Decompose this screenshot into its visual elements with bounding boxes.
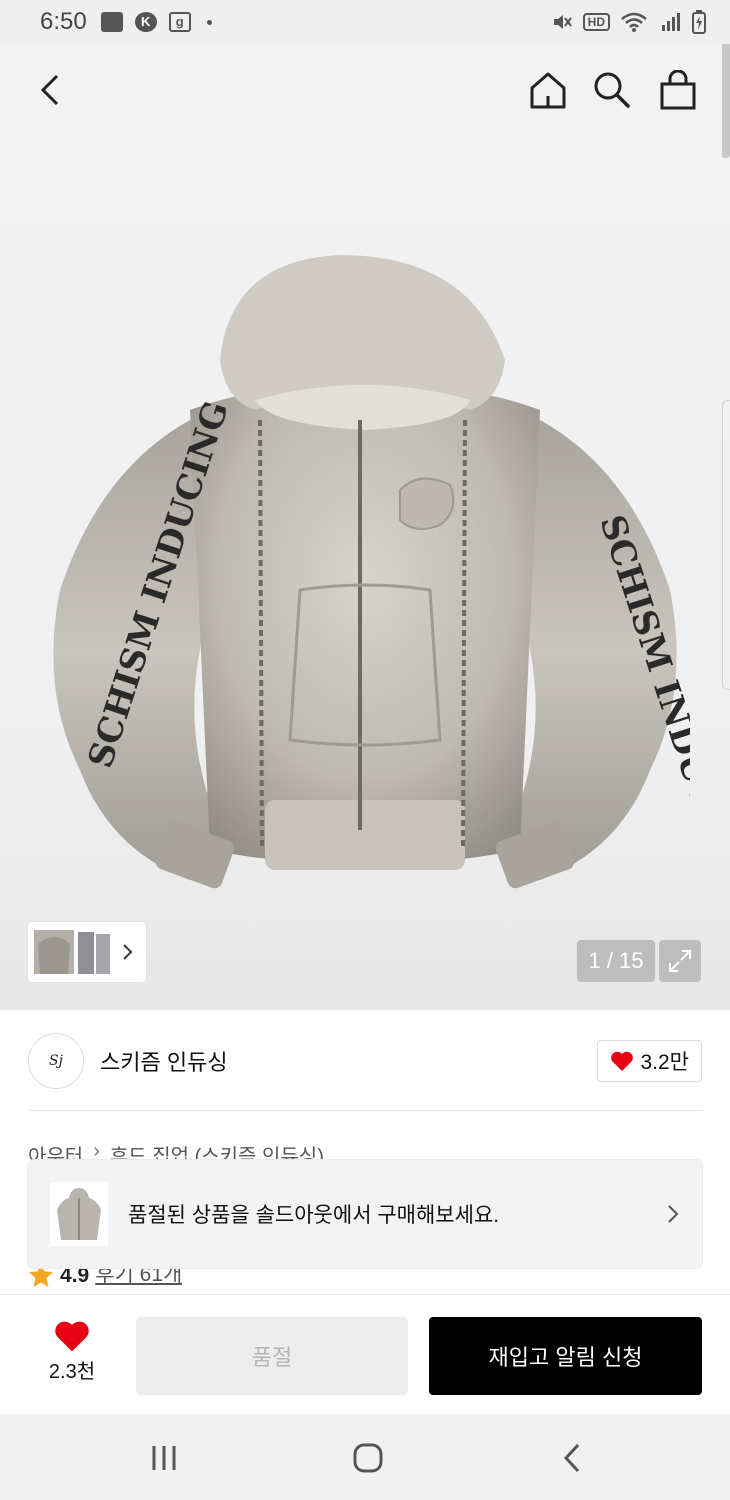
brand-like-count: 3.2만 <box>640 1051 689 1074</box>
expand-icon <box>669 950 691 972</box>
brand-logo[interactable]: Sj <box>28 1033 84 1089</box>
image-counter: 1 / 15 <box>577 940 655 982</box>
heart-icon <box>55 1321 89 1352</box>
mute-icon <box>553 15 572 29</box>
g-app-icon: g <box>168 12 191 32</box>
status-time: 6:50 <box>40 8 87 35</box>
back-key-icon <box>563 1443 580 1473</box>
gallery-icon <box>100 12 123 32</box>
chevron-right-icon <box>123 944 133 960</box>
fullscreen-button[interactable] <box>659 940 701 982</box>
purchase-action-bar: 2.3천 품절 재입고 알림 신청 <box>0 1294 730 1414</box>
edge-panel-handle[interactable] <box>722 400 730 690</box>
brand-row: Sj 스키즘 인듀싱 3.2만 <box>28 1030 702 1092</box>
banner-product-thumbnail <box>50 1182 108 1246</box>
home-key-icon <box>353 1443 383 1473</box>
product-photo: SCHISM INDUCING SCHISM INDUCING <box>53 255 690 889</box>
soldout-button: 품절 <box>136 1317 408 1395</box>
top-nav <box>0 60 730 120</box>
system-back-button[interactable] <box>550 1436 594 1480</box>
recent-apps-button[interactable] <box>142 1436 186 1480</box>
banner-message: 품절된 상품을 솔드아웃에서 구매해보세요. <box>128 1204 500 1227</box>
heart-icon <box>611 1051 634 1071</box>
back-icon <box>40 74 59 106</box>
more-notifications-dot <box>206 19 212 25</box>
signal-icon <box>662 13 680 31</box>
battery-charging-icon <box>692 10 706 34</box>
thumbnail-strip[interactable] <box>28 922 146 982</box>
divider <box>28 1110 702 1111</box>
soldout-promo-banner[interactable]: 품절된 상품을 솔드아웃에서 구매해보세요. <box>28 1160 702 1268</box>
notification-icons: K g <box>100 12 212 32</box>
search-icon <box>594 72 630 108</box>
chevron-right-icon <box>668 1205 679 1223</box>
restock-alert-button[interactable]: 재입고 알림 신청 <box>429 1317 702 1395</box>
wishlist-button[interactable]: 2.3천 <box>30 1319 114 1389</box>
brand-like-button[interactable]: 3.2만 <box>597 1040 702 1082</box>
status-bar: 6:50 K g HD <box>0 0 730 44</box>
recents-icon <box>152 1446 176 1470</box>
product-image-gallery[interactable]: SCHISM INDUCING SCHISM INDUCING 1 / 15 <box>0 0 730 1010</box>
hoodie-thumbnail <box>57 1188 101 1240</box>
home-button[interactable] <box>524 66 572 114</box>
system-navigation-bar <box>0 1414 730 1500</box>
wishlist-count: 2.3천 <box>48 1361 96 1383</box>
cart-button[interactable] <box>654 66 702 114</box>
k-app-icon: K <box>134 12 157 32</box>
brand-name[interactable]: 스키즘 인듀싱 <box>100 1045 228 1077</box>
status-right: HD <box>551 10 706 34</box>
system-home-button[interactable] <box>346 1436 390 1480</box>
shopping-bag-icon <box>660 70 696 110</box>
home-icon <box>530 72 566 109</box>
hd-badge: HD <box>582 13 610 31</box>
search-button[interactable] <box>588 66 636 114</box>
wifi-icon <box>621 12 647 32</box>
brand-logo-monogram: Sj <box>49 1053 63 1069</box>
back-button[interactable] <box>26 66 74 114</box>
thumbnail-images <box>34 930 110 974</box>
